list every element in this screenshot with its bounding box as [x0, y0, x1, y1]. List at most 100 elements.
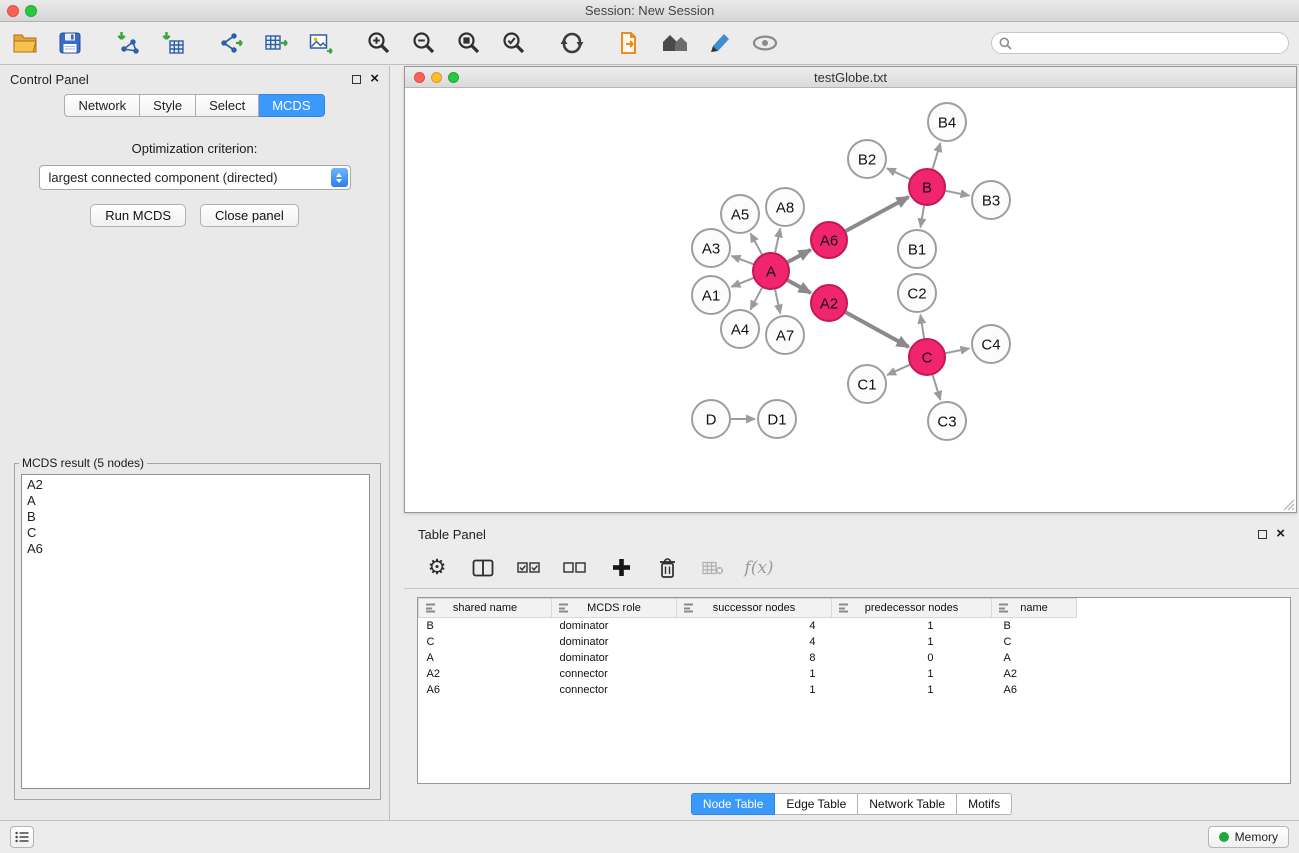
run-mcds-button[interactable]: Run MCDS — [90, 204, 186, 227]
table-settings-button[interactable]: ⚙ — [424, 555, 450, 581]
search-input[interactable] — [1017, 36, 1281, 50]
node-A[interactable]: A — [753, 253, 789, 289]
open-file-button[interactable] — [10, 28, 40, 58]
node-A1[interactable]: A1 — [692, 276, 730, 314]
table-row[interactable]: A2connector11A2 — [419, 666, 1291, 682]
edge-A-A5[interactable] — [751, 233, 762, 254]
criterion-select[interactable]: largest connected component (directed) — [39, 165, 351, 190]
zoom-selected-button[interactable] — [499, 28, 529, 58]
column-header-successor-nodes[interactable]: successor nodes — [677, 599, 832, 618]
cell-predecessor-nodes[interactable]: 1 — [832, 634, 992, 650]
table-row[interactable]: Adominator80A — [419, 650, 1291, 666]
export-image-button[interactable] — [306, 28, 336, 58]
node-B2[interactable]: B2 — [848, 140, 886, 178]
network-overview-button[interactable] — [660, 28, 690, 58]
cell-successor-nodes[interactable]: 1 — [677, 666, 832, 682]
edge-C-C4[interactable] — [946, 348, 970, 353]
cell-name[interactable]: A2 — [992, 666, 1077, 682]
close-network-window-button[interactable] — [414, 72, 425, 83]
result-item[interactable]: A6 — [27, 541, 364, 557]
zoom-network-window-button[interactable] — [448, 72, 459, 83]
edge-C-C3[interactable] — [933, 375, 941, 400]
cell-successor-nodes[interactable]: 4 — [677, 634, 832, 650]
node-B1[interactable]: B1 — [898, 230, 936, 268]
edge-A-A8[interactable] — [775, 229, 780, 253]
cell-mcds-role[interactable]: connector — [552, 666, 677, 682]
network-window-titlebar[interactable]: testGlobe.txt — [405, 67, 1296, 88]
table-row[interactable]: Cdominator41C — [419, 634, 1291, 650]
tab-network-table[interactable]: Network Table — [858, 793, 957, 815]
cell-mcds-role[interactable]: dominator — [552, 634, 677, 650]
zoom-fit-button[interactable] — [454, 28, 484, 58]
cell-shared-name[interactable]: B — [419, 618, 552, 634]
edge-A-A6[interactable] — [788, 250, 811, 262]
cell-mcds-role[interactable]: dominator — [552, 650, 677, 666]
cell-predecessor-nodes[interactable]: 1 — [832, 682, 992, 698]
float-panel-icon[interactable] — [352, 75, 361, 84]
close-window-button[interactable] — [7, 5, 19, 17]
tab-edge-table[interactable]: Edge Table — [775, 793, 858, 815]
network-graph[interactable]: B4B2BB3A5A8A6B1A3AC2A1A2A4A7C4CC1C3DD1 — [405, 88, 1296, 512]
node-B4[interactable]: B4 — [928, 103, 966, 141]
resize-grip-icon[interactable] — [1282, 498, 1295, 511]
edge-A-A7[interactable] — [775, 290, 780, 314]
cell-shared-name[interactable]: A6 — [419, 682, 552, 698]
cell-name[interactable]: A6 — [992, 682, 1077, 698]
cell-name[interactable]: A — [992, 650, 1077, 666]
cell-mcds-role[interactable]: dominator — [552, 618, 677, 634]
apply-layout-button[interactable] — [557, 28, 587, 58]
table-row[interactable]: Bdominator41B — [419, 618, 1291, 634]
add-column-button[interactable] — [608, 555, 634, 581]
import-table-button[interactable] — [158, 28, 188, 58]
column-header-mcds-role[interactable]: MCDS role — [552, 599, 677, 618]
edge-A6-B[interactable] — [846, 197, 909, 231]
result-item[interactable]: C — [27, 525, 364, 541]
save-session-button[interactable] — [55, 28, 85, 58]
node-C3[interactable]: C3 — [928, 402, 966, 440]
cell-successor-nodes[interactable]: 1 — [677, 682, 832, 698]
column-header-shared-name[interactable]: shared name — [419, 599, 552, 618]
cell-shared-name[interactable]: C — [419, 634, 552, 650]
edge-A-A1[interactable] — [731, 278, 753, 287]
cell-successor-nodes[interactable]: 8 — [677, 650, 832, 666]
style-button[interactable] — [705, 28, 735, 58]
cell-mcds-role[interactable]: connector — [552, 682, 677, 698]
node-A2[interactable]: A2 — [811, 285, 847, 321]
edge-A2-C[interactable] — [846, 312, 909, 347]
edge-B-B4[interactable] — [933, 143, 941, 169]
node-B3[interactable]: B3 — [972, 181, 1010, 219]
close-panel-icon[interactable]: × — [370, 74, 379, 84]
first-neighbors-button[interactable] — [615, 28, 645, 58]
node-B[interactable]: B — [909, 169, 945, 205]
float-table-panel-icon[interactable] — [1258, 530, 1267, 539]
delete-table-button[interactable] — [700, 555, 726, 581]
edge-A-A3[interactable] — [732, 256, 754, 264]
cell-shared-name[interactable]: A2 — [419, 666, 552, 682]
import-network-button[interactable] — [113, 28, 143, 58]
node-C2[interactable]: C2 — [898, 274, 936, 312]
node-D1[interactable]: D1 — [758, 400, 796, 438]
minimize-network-window-button[interactable] — [431, 72, 442, 83]
column-header-name[interactable]: name — [992, 599, 1077, 618]
zoom-out-button[interactable] — [409, 28, 439, 58]
function-builder-button[interactable]: f(x) — [746, 555, 772, 581]
edge-A-A2[interactable] — [788, 280, 811, 293]
tab-mcds[interactable]: MCDS — [259, 94, 324, 117]
column-header-predecessor-nodes[interactable]: predecessor nodes — [832, 599, 992, 618]
result-item[interactable]: B — [27, 509, 364, 525]
tab-node-table[interactable]: Node Table — [691, 793, 776, 815]
node-A7[interactable]: A7 — [766, 316, 804, 354]
result-item[interactable]: A — [27, 493, 364, 509]
memory-button[interactable]: Memory — [1208, 826, 1289, 848]
table-row[interactable]: A6connector11A6 — [419, 682, 1291, 698]
tab-select[interactable]: Select — [196, 94, 259, 117]
node-C1[interactable]: C1 — [848, 365, 886, 403]
edge-B-B2[interactable] — [887, 168, 910, 179]
toolbar-search[interactable] — [991, 32, 1289, 54]
close-panel-button[interactable]: Close panel — [200, 204, 299, 227]
mcds-result-list[interactable]: A2ABCA6 — [21, 474, 370, 789]
delete-column-button[interactable] — [654, 555, 680, 581]
show-columns-button[interactable] — [470, 555, 496, 581]
export-table-button[interactable] — [261, 28, 291, 58]
zoom-window-button[interactable] — [25, 5, 37, 17]
